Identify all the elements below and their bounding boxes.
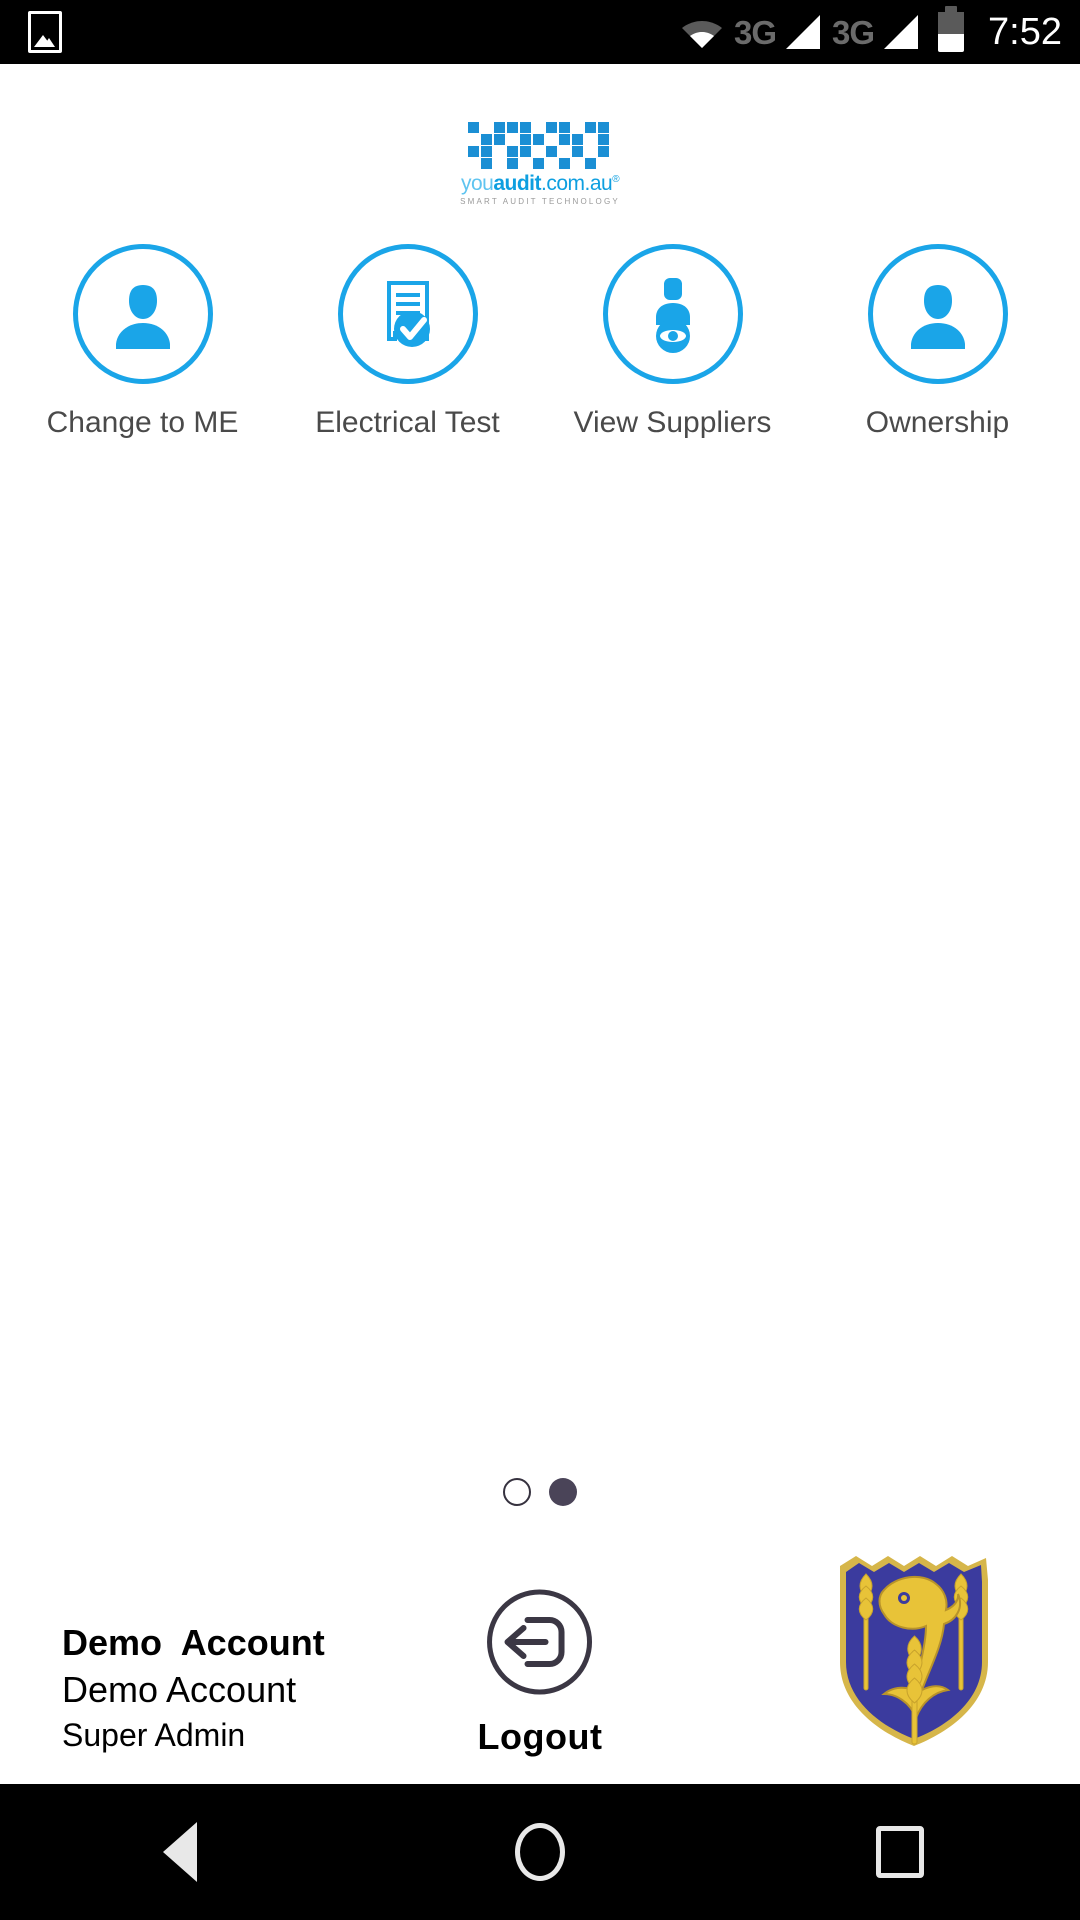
menu-item-change-to-me[interactable]: Change to ME [30, 244, 255, 439]
sim1-signal-icon [786, 15, 820, 49]
phone-screen: 3G 3G 7:52 youaudit.com.au® SMART AUDIT … [0, 0, 1080, 1920]
logo-tagline: SMART AUDIT TECHNOLOGY [460, 197, 620, 206]
android-nav-bar [0, 1784, 1080, 1920]
wifi-icon [680, 15, 724, 49]
menu-item-ownership[interactable]: Ownership [825, 244, 1050, 439]
account-company: Demo Account [62, 1669, 297, 1711]
menu-item-label: Change to ME [46, 406, 239, 439]
sim2-network-label: 3G [832, 13, 875, 51]
qr-blocks-logo-icon [466, 120, 614, 170]
status-bar-clock: 7:52 [988, 10, 1062, 53]
account-role: Super Admin [62, 1716, 246, 1753]
person-icon[interactable] [867, 244, 1008, 384]
logout-arrow-icon[interactable] [484, 1586, 596, 1698]
menu-icon-grid: Change to ME Electrical Test View Suppli… [0, 206, 1080, 439]
logout-label: Logout [477, 1716, 603, 1757]
empty-content-area [0, 439, 1080, 1478]
logo-registered-mark: ® [612, 174, 620, 185]
document-check-icon[interactable] [337, 244, 478, 384]
account-info: Demo Account Demo Account Super Admin [62, 1619, 325, 1756]
footer: Demo Account Demo Account Super Admin Lo… [0, 1534, 1080, 1784]
pagination-dots [0, 1478, 1080, 1534]
circle-home-icon[interactable] [515, 1823, 565, 1881]
menu-item-electrical-test[interactable]: Electrical Test [295, 244, 520, 439]
menu-item-label: Ownership [865, 406, 1010, 439]
logo-wordmark: youaudit.com.au® [460, 172, 620, 195]
person-icon[interactable] [72, 244, 213, 384]
sim1-network-label: 3G [733, 13, 777, 51]
sim2-signal-icon [884, 15, 919, 49]
pagination-dot-2[interactable] [549, 1478, 577, 1506]
status-bar-left [28, 11, 62, 53]
shield-crest-icon [826, 1550, 1002, 1750]
person-eye-icon[interactable] [602, 244, 743, 384]
image-icon [28, 11, 62, 53]
nav-home-button[interactable] [450, 1784, 630, 1920]
logo-word-you: you [460, 172, 494, 195]
battery-icon [938, 6, 965, 52]
menu-item-view-suppliers[interactable]: View Suppliers [560, 244, 785, 439]
youaudit-logo: youaudit.com.au® SMART AUDIT TECHNOLOGY [460, 120, 620, 206]
logo-word-audit: audit [493, 172, 541, 195]
account-name: Demo Account [62, 1621, 325, 1663]
status-bar: 3G 3G 7:52 [0, 0, 1080, 64]
pagination-dot-1[interactable] [503, 1478, 531, 1506]
menu-item-label: Electrical Test [315, 406, 500, 439]
logout-button[interactable]: Logout [478, 1586, 603, 1758]
nav-back-button[interactable] [90, 1784, 270, 1920]
square-recents-icon[interactable] [876, 1826, 924, 1878]
app-logo-area: youaudit.com.au® SMART AUDIT TECHNOLOGY [0, 64, 1080, 206]
triangle-back-icon[interactable] [163, 1822, 197, 1882]
status-bar-right: 3G 3G 7:52 [680, 6, 1062, 54]
main-content: youaudit.com.au® SMART AUDIT TECHNOLOGY … [0, 64, 1080, 1784]
logo-word-domain: .com.au [540, 172, 613, 195]
nav-recents-button[interactable] [810, 1784, 990, 1920]
menu-item-label: View Suppliers [573, 406, 772, 439]
